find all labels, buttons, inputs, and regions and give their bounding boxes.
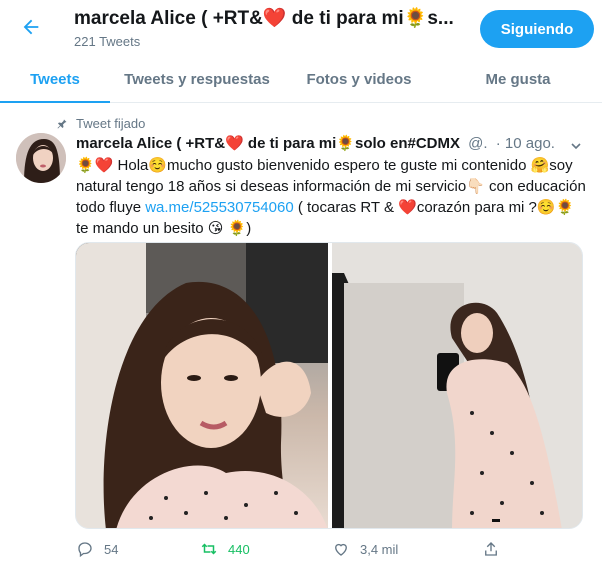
author-name[interactable]: marcela Alice ( +RT&❤️ de ti para mi🌻sol… (76, 135, 460, 152)
tab-likes[interactable]: Me gusta (434, 56, 602, 102)
retweet-count: 440 (228, 541, 250, 557)
retweet-button[interactable]: 440 (200, 540, 250, 558)
reply-count: 54 (104, 541, 119, 557)
tab-photos-and-videos[interactable]: Fotos y videos (284, 56, 434, 102)
profile-tabs: Tweets Tweets y respuestas Fotos y video… (0, 56, 602, 103)
like-count: 3,4 mil (360, 541, 399, 557)
tweet-photo-2[interactable] (332, 243, 582, 528)
reply-button[interactable]: 54 (76, 540, 118, 558)
pin-icon (57, 119, 67, 128)
tweet-text: 🌻❤️ Hola☺️mucho gusto bienvenido espero … (76, 155, 586, 239)
tweet-header: marcela Alice ( +RT&❤️ de ti para mi🌻sol… (76, 134, 581, 152)
author-handle[interactable]: @. (468, 135, 487, 152)
tweet-date[interactable]: · 10 ago. (496, 135, 555, 152)
share-icon (485, 542, 497, 556)
following-button[interactable]: Siguiendo (480, 10, 594, 48)
back-arrow-icon[interactable] (18, 14, 44, 40)
profile-header: marcela Alice ( +RT&❤️ de ti para mi🌻s..… (0, 0, 602, 56)
avatar[interactable] (16, 133, 66, 183)
like-button[interactable]: 3,4 mil (332, 540, 398, 558)
heart-icon (335, 543, 347, 556)
profile-title: marcela Alice ( +RT&❤️ de ti para mi🌻s..… (74, 8, 454, 29)
tweet-media (75, 242, 583, 529)
share-button[interactable] (482, 540, 500, 558)
whatsapp-link[interactable]: wa.me/525530754060 (145, 199, 293, 216)
reply-icon (78, 542, 92, 558)
tweet-count: 221 Tweets (74, 34, 141, 49)
tab-tweets[interactable]: Tweets (0, 56, 110, 103)
pinned-tweet-label: Tweet fijado (56, 116, 145, 131)
retweet-icon (201, 543, 217, 555)
pinned-text: Tweet fijado (76, 116, 146, 131)
tweet-actions: 54 440 3,4 mil (76, 540, 581, 562)
tab-tweets-and-replies[interactable]: Tweets y respuestas (110, 56, 284, 102)
tweet-photo-1[interactable] (76, 243, 328, 528)
chevron-down-icon[interactable] (568, 138, 584, 154)
